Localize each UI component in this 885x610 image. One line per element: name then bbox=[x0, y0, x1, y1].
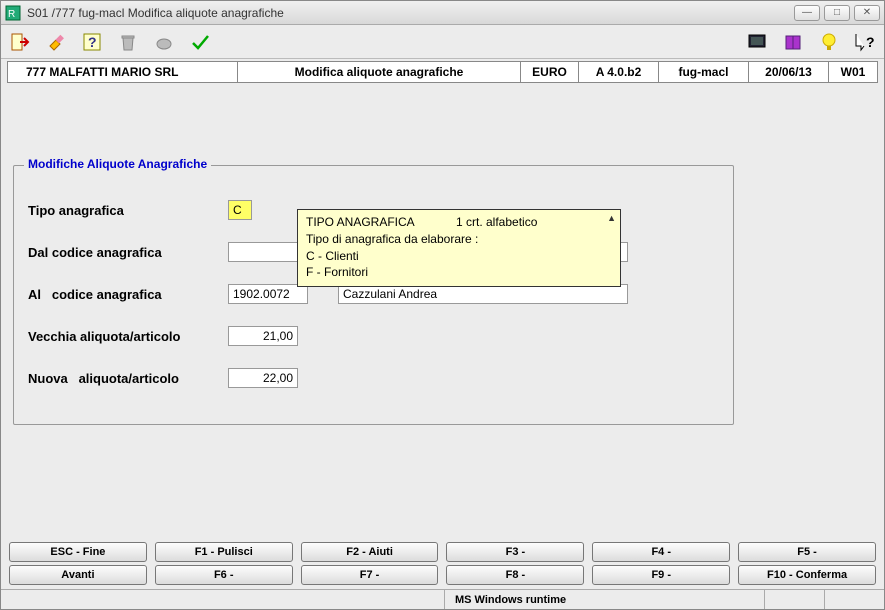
tooltip-line3: F - Fornitori bbox=[306, 264, 612, 281]
svg-text:?: ? bbox=[88, 34, 97, 50]
print-icon[interactable] bbox=[153, 31, 175, 53]
info-currency: EURO bbox=[521, 62, 579, 82]
info-company: 777 MALFATTI MARIO SRL bbox=[8, 62, 238, 82]
btn-f9[interactable]: F9 - bbox=[592, 565, 730, 585]
tooltip-line2: C - Clienti bbox=[306, 248, 612, 265]
help-icon[interactable]: ? bbox=[81, 31, 103, 53]
input-dal-codice[interactable] bbox=[228, 242, 308, 262]
field-tooltip: ▲ TIPO ANAGRAFICA 1 crt. alfabetico Tipo… bbox=[297, 209, 621, 287]
svg-text:?: ? bbox=[866, 34, 875, 50]
trash-icon[interactable] bbox=[117, 31, 139, 53]
label-dal-codice: Dal codice anagrafica bbox=[28, 245, 228, 260]
bulb-icon[interactable] bbox=[818, 31, 840, 53]
info-module: fug-macl bbox=[659, 62, 749, 82]
btn-avanti[interactable]: Avanti bbox=[9, 565, 147, 585]
info-title: Modifica aliquote anagrafiche bbox=[238, 62, 521, 82]
tooltip-field-name: TIPO ANAGRAFICA bbox=[306, 214, 456, 231]
btn-f2-aiuti[interactable]: F2 - Aiuti bbox=[301, 542, 439, 562]
tooltip-meta: 1 crt. alfabetico bbox=[456, 214, 537, 231]
btn-f8[interactable]: F8 - bbox=[446, 565, 584, 585]
book-icon[interactable] bbox=[782, 31, 804, 53]
label-tipo-anagrafica: Tipo anagrafica bbox=[28, 203, 228, 218]
input-al-codice[interactable] bbox=[228, 284, 308, 304]
window-title: S01 /777 fug-macl Modifica aliquote anag… bbox=[27, 6, 794, 20]
input-tipo-anagrafica[interactable] bbox=[228, 200, 252, 220]
maximize-button[interactable]: □ bbox=[824, 5, 850, 21]
info-workstation: W01 bbox=[829, 62, 877, 82]
close-button[interactable]: ✕ bbox=[854, 5, 880, 21]
label-nuova-aliquota: Nuova aliquota/articolo bbox=[28, 371, 228, 386]
whatsthis-icon[interactable]: ? bbox=[854, 31, 876, 53]
info-version: A 4.0.b2 bbox=[579, 62, 659, 82]
fieldset-aliquote: Modifiche Aliquote Anagrafiche Tipo anag… bbox=[13, 165, 734, 425]
info-date: 20/06/13 bbox=[749, 62, 829, 82]
tooltip-scroll-icon[interactable]: ▲ bbox=[607, 212, 616, 225]
btn-f10-conferma[interactable]: F10 - Conferma bbox=[738, 565, 876, 585]
app-icon: R bbox=[5, 5, 21, 21]
label-al-codice: Al codice anagrafica bbox=[28, 287, 228, 302]
status-bar: MS Windows runtime bbox=[1, 589, 884, 609]
status-runtime: MS Windows runtime bbox=[444, 590, 764, 609]
btn-esc-fine[interactable]: ESC - Fine bbox=[9, 542, 147, 562]
clear-icon[interactable] bbox=[45, 31, 67, 53]
btn-f7[interactable]: F7 - bbox=[301, 565, 439, 585]
btn-f1-pulisci[interactable]: F1 - Pulisci bbox=[155, 542, 293, 562]
titlebar: R S01 /777 fug-macl Modifica aliquote an… bbox=[1, 1, 884, 25]
btn-f5[interactable]: F5 - bbox=[738, 542, 876, 562]
btn-f3[interactable]: F3 - bbox=[446, 542, 584, 562]
input-vecchia-aliquota[interactable] bbox=[228, 326, 298, 346]
input-al-codice-desc[interactable] bbox=[338, 284, 628, 304]
main-area: Modifiche Aliquote Anagrafiche Tipo anag… bbox=[1, 85, 884, 538]
info-bar: 777 MALFATTI MARIO SRL Modifica aliquote… bbox=[7, 61, 878, 83]
btn-f4[interactable]: F4 - bbox=[592, 542, 730, 562]
minimize-button[interactable]: — bbox=[794, 5, 820, 21]
confirm-icon[interactable] bbox=[189, 31, 211, 53]
label-vecchia-aliquota: Vecchia aliquota/articolo bbox=[28, 329, 228, 344]
input-nuova-aliquota[interactable] bbox=[228, 368, 298, 388]
status-empty-2 bbox=[824, 590, 884, 609]
fieldset-legend: Modifiche Aliquote Anagrafiche bbox=[24, 157, 211, 171]
terminal-icon[interactable] bbox=[746, 31, 768, 53]
btn-f6[interactable]: F6 - bbox=[155, 565, 293, 585]
svg-text:R: R bbox=[8, 9, 15, 20]
toolbar: ? ? bbox=[1, 25, 884, 59]
exit-icon[interactable] bbox=[9, 31, 31, 53]
status-empty-1 bbox=[764, 590, 824, 609]
tooltip-line1: Tipo di anagrafica da elaborare : bbox=[306, 231, 612, 248]
function-key-bar: ESC - Fine F1 - Pulisci F2 - Aiuti F3 - … bbox=[1, 538, 884, 589]
